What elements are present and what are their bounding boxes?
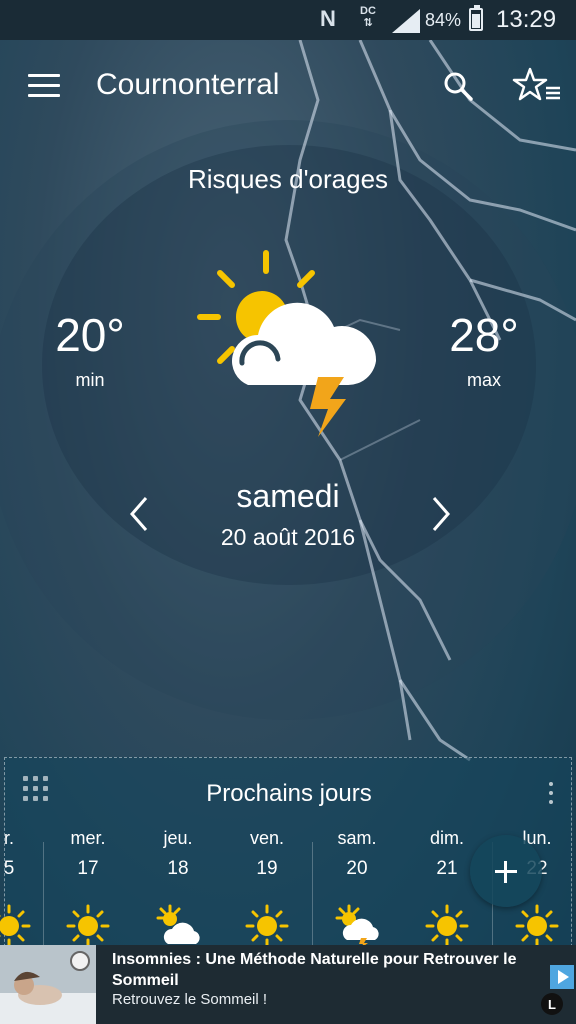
day-item-date: 19: [256, 858, 278, 879]
sun-cloud-storm-icon: [335, 904, 379, 948]
day-item[interactable]: sam. 20: [317, 828, 397, 948]
search-icon[interactable]: [442, 70, 474, 102]
data-indicator: DC ⇅: [360, 5, 376, 29]
clock: 13:29: [496, 6, 557, 33]
day-item-name: sam.: [337, 828, 377, 848]
day-item-name: dim.: [429, 828, 464, 848]
ad-banner[interactable]: Insomnies : Une Méthode Naturelle pour R…: [0, 945, 576, 1024]
weather-condition: Risques d'orages: [187, 164, 389, 194]
temp-min-label: min: [75, 370, 105, 390]
day-item[interactable]: r. 5: [0, 828, 49, 948]
temp-max: 28°: [449, 309, 519, 361]
battery-percent: 84%: [425, 10, 462, 30]
data-type-label: DC: [360, 5, 376, 17]
day-separator: [312, 842, 313, 952]
day-item[interactable]: ven. 19: [227, 828, 307, 948]
sun-icon: [66, 904, 110, 948]
day-item-date: 18: [167, 858, 189, 879]
next-days-title: Prochains jours: [206, 780, 372, 807]
ad-choices-icon[interactable]: [550, 965, 574, 989]
day-item-date: 17: [77, 858, 99, 879]
day-item-name: mer.: [70, 828, 106, 848]
add-city-button[interactable]: [470, 835, 542, 907]
sun-cloud-storm-icon: [197, 250, 377, 437]
sun-icon: [245, 904, 289, 948]
day-item-name: r.: [3, 828, 14, 848]
sun-icon: [0, 904, 31, 948]
forecast-date: 20 août 2016: [220, 524, 356, 550]
ad-badge-icon: L: [541, 993, 563, 1015]
data-arrows-icon: ⇅: [363, 17, 373, 29]
day-item[interactable]: jeu. 18: [138, 828, 218, 944]
menu-icon[interactable]: [28, 74, 60, 98]
battery-icon: [469, 5, 483, 31]
day-item[interactable]: mer. 17: [48, 828, 128, 948]
status-bar: N DC ⇅ 84% 13:29: [0, 0, 576, 40]
sun-icon: [425, 904, 469, 948]
ad-badge-label: L: [548, 997, 556, 1012]
battery-fill: [472, 14, 480, 28]
day-item-date: 20: [346, 858, 368, 879]
day-item-date: 5: [3, 858, 15, 879]
forecast-day-name: samedi: [236, 478, 340, 514]
sun-cloud-icon: [156, 904, 200, 944]
overflow-menu-icon[interactable]: [545, 782, 557, 806]
sun-icon: [515, 904, 559, 948]
ad-image: [0, 945, 96, 1024]
ad-subtitle: Retrouvez le Sommeil !: [112, 991, 268, 1008]
signal-icon: [392, 9, 420, 33]
day-item-name: jeu.: [163, 828, 193, 848]
nfc-icon: N: [320, 6, 336, 31]
temp-min: 20°: [55, 309, 125, 361]
day-item-name: ven.: [249, 828, 285, 848]
city-name: Cournonterral: [96, 68, 280, 101]
temp-max-label: max: [466, 370, 501, 390]
favorites-star-icon[interactable]: [512, 66, 562, 106]
ad-title[interactable]: Insomnies : Une Méthode Naturelle pour R…: [112, 949, 542, 991]
